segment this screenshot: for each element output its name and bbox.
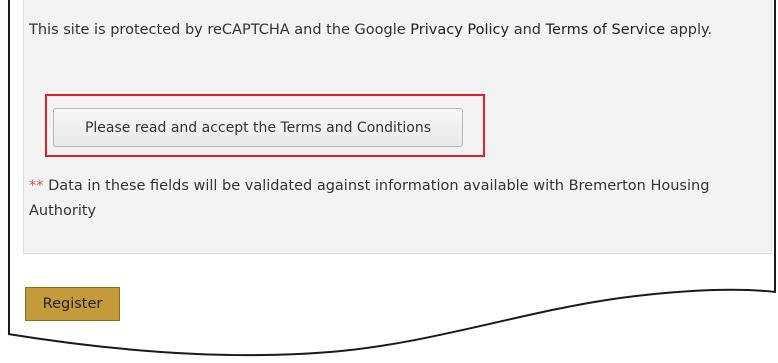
- torn-edge: [7, 288, 777, 357]
